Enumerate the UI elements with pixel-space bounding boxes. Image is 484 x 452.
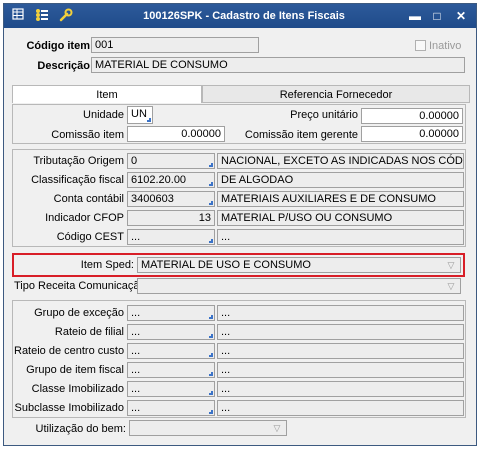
classificacao-code-field[interactable]: 6102.20.00 <box>127 172 215 188</box>
classificacao-code: 6102.20.00 <box>131 174 187 186</box>
conta-code: 3400603 <box>131 193 174 205</box>
tributacao-code-field[interactable]: 0 <box>127 153 215 169</box>
lookup-corner-icon <box>147 118 151 122</box>
lookup-corner-icon <box>209 391 213 395</box>
tab-referencia-fornecedor[interactable]: Referencia Fornecedor <box>202 85 470 103</box>
rateio-filial-desc-field: ... <box>217 324 464 340</box>
subclasse-code: ... <box>131 402 141 414</box>
rateio-custo-code: ... <box>131 345 141 357</box>
unidade-value: UN <box>131 108 147 120</box>
lookup-corner-icon <box>209 315 213 319</box>
chevron-down-icon: ▽ <box>273 423 281 433</box>
grupo-excecao-desc-field: ... <box>217 305 464 321</box>
title-bar: 100126SPK - Cadastro de Itens Fiscais ▬ … <box>4 4 476 28</box>
close-button[interactable]: ✕ <box>452 8 470 24</box>
grupo-item-fiscal-label: Grupo de item fiscal <box>26 364 124 376</box>
chevron-down-icon: ▽ <box>447 260 455 270</box>
rateio-filial-code: ... <box>131 326 141 338</box>
utilizacao-bem-select[interactable]: ▽ <box>129 420 287 436</box>
lookup-corner-icon <box>209 239 213 243</box>
lookup-corner-icon <box>209 410 213 414</box>
tributacao-desc-field: NACIONAL, EXCETO AS INDICADAS NOS CÓDIGO… <box>217 153 464 169</box>
tree-icon[interactable] <box>34 8 50 24</box>
item-sped-label: Item Sped: <box>80 259 134 271</box>
table-icon[interactable] <box>10 8 26 24</box>
comissao-gerente-field[interactable]: 0.00000 <box>361 126 463 142</box>
grupo-excecao-label: Grupo de exceção <box>34 307 124 319</box>
descricao-field[interactable]: MATERIAL DE CONSUMO <box>91 57 465 73</box>
conta-code-field[interactable]: 3400603 <box>127 191 215 207</box>
cfop-code-field[interactable]: 13 <box>127 210 215 226</box>
tipo-receita-select[interactable]: ▽ <box>137 278 461 294</box>
cadastro-itens-fiscais-window: 100126SPK - Cadastro de Itens Fiscais ▬ … <box>3 3 477 446</box>
lookup-corner-icon <box>209 372 213 376</box>
tributacao-origem-label: Tributação Origem <box>33 155 124 167</box>
lookup-corner-icon <box>209 163 213 167</box>
chevron-down-icon: ▽ <box>447 281 455 291</box>
tab-item[interactable]: Item <box>12 85 202 103</box>
subclasse-imobilizado-label: Subclasse Imobilizado <box>14 402 124 414</box>
lookup-corner-icon <box>209 334 213 338</box>
inativo-checkbox[interactable] <box>415 40 426 51</box>
rateio-filial-code-field[interactable]: ... <box>127 324 215 340</box>
window-title: 100126SPK - Cadastro de Itens Fiscais <box>143 10 345 22</box>
comissao-item-label: Comissão item <box>51 129 124 141</box>
minimize-button[interactable]: ▬ <box>406 8 424 24</box>
utilizacao-bem-label: Utilização do bem: <box>35 423 127 435</box>
grupo-fiscal-desc-field: ... <box>217 362 464 378</box>
maximize-button[interactable]: □ <box>428 8 446 24</box>
wrench-icon[interactable] <box>58 8 74 24</box>
codigo-cest-label: Código CEST <box>56 231 124 243</box>
unidade-field[interactable]: UN <box>127 106 153 124</box>
classe-imobilizado-label: Classe Imobilizado <box>31 383 124 395</box>
grupo-fiscal-code: ... <box>131 364 141 376</box>
codigo-item-label: Código item <box>26 40 90 52</box>
lookup-corner-icon <box>209 201 213 205</box>
rateio-centro-custo-label: Rateio de centro custo <box>14 345 125 357</box>
lookup-corner-icon <box>209 353 213 357</box>
descricao-label: Descrição <box>37 60 90 72</box>
conta-desc-field: MATERIAIS AUXILIARES E DE CONSUMO <box>217 191 464 207</box>
indicador-cfop-label: Indicador CFOP <box>45 212 124 224</box>
preco-unitario-label: Preço unitário <box>290 109 358 121</box>
classificacao-fiscal-label: Classificação fiscal <box>31 174 124 186</box>
comissao-item-field[interactable]: 0.00000 <box>127 126 225 142</box>
inativo-label: Inativo <box>429 40 462 52</box>
cfop-desc-field: MATERIAL P/USO OU CONSUMO <box>217 210 464 226</box>
item-sped-select[interactable]: MATERIAL DE USO E CONSUMO ▽ <box>137 257 461 273</box>
subclasse-code-field[interactable]: ... <box>127 400 215 416</box>
cest-desc-field: ... <box>217 229 464 245</box>
unidade-label: Unidade <box>83 109 124 121</box>
grupo-excecao-code-field[interactable]: ... <box>127 305 215 321</box>
grupo-fiscal-code-field[interactable]: ... <box>127 362 215 378</box>
cest-code: ... <box>131 231 141 243</box>
classe-code: ... <box>131 383 141 395</box>
tipo-receita-label: Tipo Receita Comunicação: <box>14 280 149 292</box>
comissao-gerente-label: Comissão item gerente <box>244 129 358 141</box>
rateio-custo-desc-field: ... <box>217 343 464 359</box>
codigo-item-field[interactable]: 001 <box>91 37 259 53</box>
classe-desc-field: ... <box>217 381 464 397</box>
conta-contabil-label: Conta contábil <box>53 193 124 205</box>
subclasse-desc-field: ... <box>217 400 464 416</box>
lookup-corner-icon <box>209 182 213 186</box>
rateio-filial-label: Rateio de filial <box>54 326 124 338</box>
tributacao-code: 0 <box>131 155 138 167</box>
rateio-custo-code-field[interactable]: ... <box>127 343 215 359</box>
tab-bar: Item Referencia Fornecedor <box>12 85 470 103</box>
classe-code-field[interactable]: ... <box>127 381 215 397</box>
cest-code-field[interactable]: ... <box>127 229 215 245</box>
preco-unitario-field[interactable]: 0.00000 <box>361 108 463 124</box>
classificacao-desc-field: DE ALGODAO <box>217 172 464 188</box>
item-sped-value: MATERIAL DE USO E CONSUMO <box>141 259 311 271</box>
grupo-excecao-code: ... <box>131 307 141 319</box>
